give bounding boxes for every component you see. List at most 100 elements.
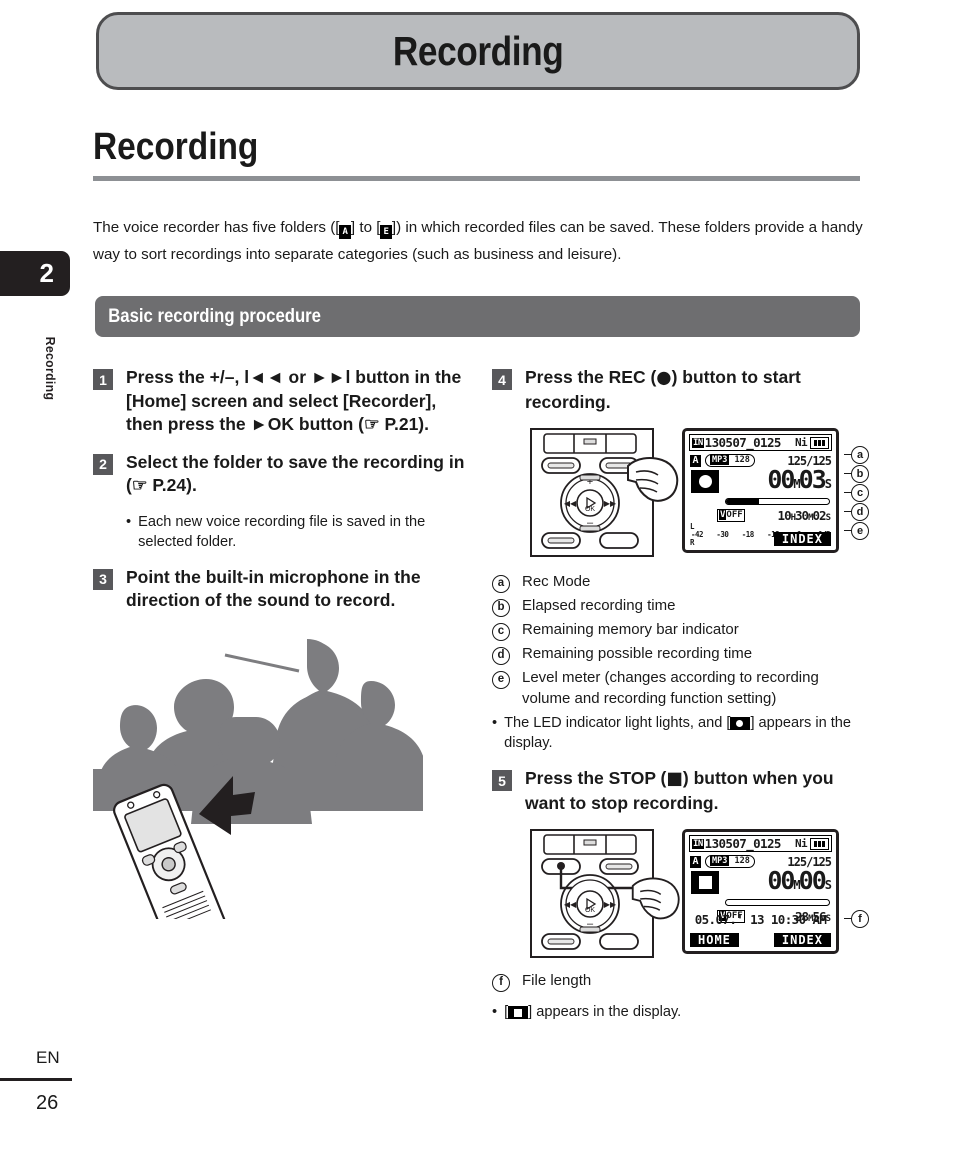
device-control-panel-stop: OK – ◀◀ ▶▶ <box>530 829 680 958</box>
lcd-remaining-time: 10H30M02S <box>777 508 832 523</box>
stop-square-icon: ■ <box>666 769 683 789</box>
pointing-hand-icon-stop <box>631 877 680 920</box>
lcd-elapsed-sec: 03 <box>798 465 827 494</box>
step-2-bullet: • Each new voice recording file is saved… <box>126 512 469 552</box>
stop-note-text: [] appears in the display. <box>504 1002 681 1022</box>
lcd-softkey-home[interactable]: HOME <box>690 933 739 947</box>
legend-mark-e: e <box>492 670 510 689</box>
legend-item-b: b Elapsed recording time <box>492 596 868 617</box>
lcd-stop-status-icon <box>691 871 719 894</box>
lcd-file-name-stop: 130507_0125 <box>704 836 782 851</box>
button-bottom-right <box>599 933 639 950</box>
legend-item-d: d Remaining possible recording time <box>492 644 868 665</box>
legend-mark-f: f <box>492 973 510 992</box>
lcd-datetime: 05.07.' 13 10:30 AM <box>694 912 827 927</box>
lcd-file-title-bar: IN 130507_0125 Ni <box>689 434 832 451</box>
section-header-title: Basic recording procedure <box>108 305 321 327</box>
lcd-rem-m: 30 <box>795 508 809 523</box>
meter-left-row: L <box>690 522 831 531</box>
step-2-text: Select the folder to save the recording … <box>126 451 465 496</box>
step-1: 1 Press the +/–, l◄◄ or ►►l button in th… <box>93 366 469 437</box>
lcd-folder-badge-stop: A <box>690 855 702 868</box>
lcd-memory-bar-stop <box>725 899 830 906</box>
callout-legend-list: a Rec Mode b Elapsed recording time c Re… <box>492 572 868 753</box>
step-2-bullet-text: Each new voice recording file is saved i… <box>138 513 426 550</box>
lcd-folder-badge: A <box>690 454 702 467</box>
pointing-hand-icon-rec <box>627 457 679 502</box>
button-bottom-right <box>599 532 639 549</box>
prev-label: ◀◀ <box>564 499 577 508</box>
callout-marker-a: a <box>851 446 869 464</box>
sidebar-chapter-label: Recording <box>43 336 58 401</box>
lcd-file-tag-stop: IN <box>692 838 704 849</box>
callout-marker-c: c <box>851 484 869 502</box>
lcd-rem-s: 02 <box>812 508 827 523</box>
step-4-text: Press the REC (●) button to start record… <box>525 366 868 414</box>
battery-icon-stop <box>810 837 829 850</box>
lcd-rem-h: 10 <box>777 508 792 523</box>
device-control-panel-rec: OK + – ◀◀ ▶▶ <box>530 428 679 557</box>
stop-indicator-note: • [] appears in the display. <box>492 1002 868 1022</box>
callout-marker-e: e <box>851 522 869 540</box>
lcd-rem-s-unit: S <box>825 513 832 523</box>
prev-label: ◀◀ <box>564 900 577 909</box>
lcd-file-title-bar-stop: IN 130507_0125 Ni <box>689 835 832 852</box>
right-column: 4 Press the REC (●) button to start reco… <box>492 366 869 1036</box>
folder-e-icon: E <box>380 225 392 240</box>
pointer-stick <box>224 653 300 672</box>
step-1-number: 1 <box>93 369 113 390</box>
step-4-text-before: Press the REC ( <box>525 367 657 387</box>
legend-mark-b: b <box>492 598 510 617</box>
legend-item-e: e Level meter (changes according to reco… <box>492 668 868 709</box>
rec-dot-icon: ● <box>656 368 672 388</box>
stop-note-after: ] appears in the display. <box>528 1003 682 1020</box>
step-3-text: Point the built-in microphone in the dir… <box>126 566 421 611</box>
title-rule <box>93 176 860 181</box>
lcd-rec-mode-badge-stop: MP3 128 <box>705 855 755 868</box>
chapter-banner: Recording <box>96 12 860 90</box>
intro-text-1: The voice recorder has five folders ([ <box>93 219 340 237</box>
lcd-format: MP3 <box>710 455 730 465</box>
legend-label-b: Elapsed recording time <box>522 597 676 614</box>
callout-marker-d: d <box>851 503 869 521</box>
legend-item-f: f File length <box>492 971 868 992</box>
lcd-battery-label: Ni <box>794 436 808 449</box>
meter-right-label: R <box>690 538 695 547</box>
audience-and-recorder-svg <box>93 638 428 960</box>
battery-icon <box>810 436 829 449</box>
lcd-elapsed-time-stop: 00M00S <box>767 868 832 898</box>
lcd-elapsed-sec-unit-stop: S <box>824 878 832 892</box>
lcd-softkey-index-stop[interactable]: INDEX <box>773 933 831 947</box>
lcd-screen-recording: IN 130507_0125 Ni A MP3 128 125/125 00M0… <box>682 428 839 553</box>
bullet-dot: • <box>126 513 132 530</box>
callout-marker-b: b <box>851 465 869 483</box>
legend-label-a: Rec Mode <box>522 573 591 590</box>
chapter-tab: 2 <box>0 251 70 296</box>
legend-label-e: Level meter (changes according to record… <box>522 669 819 707</box>
lcd-vcva-value: OFF <box>726 510 743 520</box>
lcd-elapsed-time: 00M03S <box>767 465 832 497</box>
meter-right-bars <box>697 540 704 546</box>
intro-paragraph: The voice recorder has five folders ([A]… <box>93 214 865 268</box>
callout-marker-f: f <box>851 910 869 928</box>
lcd-bitrate-stop: 128 <box>734 856 750 866</box>
lcd-battery-label-stop: Ni <box>794 837 808 850</box>
chapter-tab-number: 2 <box>39 258 54 288</box>
lcd-format-stop: MP3 <box>710 856 730 866</box>
legend-label-d: Remaining possible recording time <box>522 645 753 662</box>
bullet-dot: • <box>492 1003 498 1020</box>
rec-indicator-icon <box>730 717 751 730</box>
step-4-number: 4 <box>492 369 512 390</box>
lcd-rec-status-icon <box>691 470 719 493</box>
footer-language: EN <box>36 1048 60 1067</box>
callout-marker-group-f: f <box>844 829 869 954</box>
lcd-softkey-index-rec[interactable]: INDEX <box>773 532 831 546</box>
legend-label-f: File length <box>522 972 592 989</box>
lcd-file-name: 130507_0125 <box>704 435 782 450</box>
meter-left-bars <box>697 524 704 530</box>
callout-legend-list-f: f File length • [] appears in the displa… <box>492 971 868 1022</box>
step-2: 2 Select the folder to save the recordin… <box>93 451 469 498</box>
recording-scene-illustration <box>93 629 469 960</box>
lcd-memory-bar <box>725 498 830 505</box>
step-2-number: 2 <box>93 453 113 475</box>
